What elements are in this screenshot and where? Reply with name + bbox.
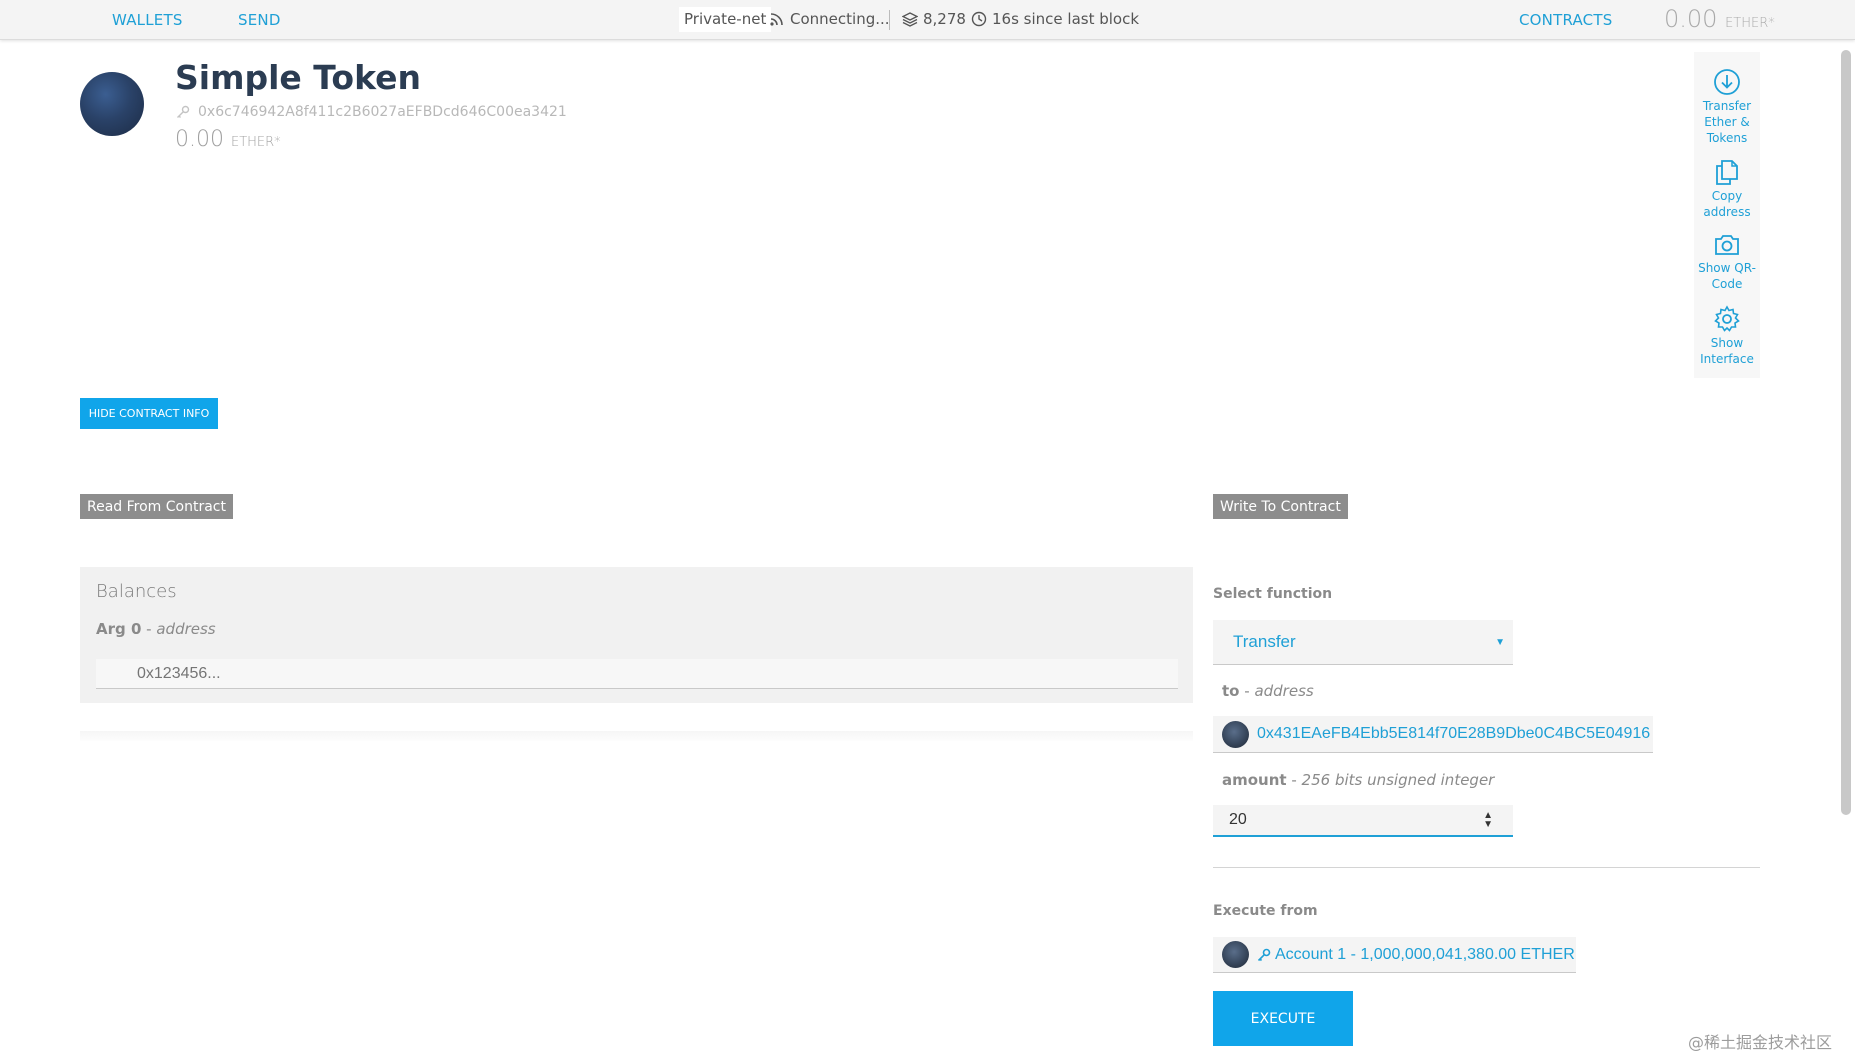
- arg0-name: Arg 0: [96, 620, 142, 638]
- wallet-balance-value: 0.00: [1664, 5, 1718, 33]
- balances-panel-title: Balances: [96, 581, 177, 602]
- to-address-value: 0x431EAeFB4Ebb5E814f70E28B9Dbe0C4BC5E049…: [1257, 725, 1651, 742]
- block-number-text: 8,278: [923, 10, 966, 28]
- key-icon: [177, 105, 190, 118]
- contract-address-text: 0x6c746942A8f411c2B6027aEFBDcd646C00ea34…: [198, 104, 567, 120]
- nav-send-link[interactable]: SEND: [238, 11, 281, 29]
- page-title: Simple Token: [175, 58, 422, 97]
- write-to-contract-tag: Write To Contract: [1213, 494, 1348, 519]
- arg0-type: address: [156, 620, 216, 638]
- show-interface-action[interactable]: Show Interface: [1694, 305, 1760, 367]
- balances-panel: Balances Arg 0 - address: [80, 567, 1193, 703]
- balances-address-input[interactable]: [96, 659, 1178, 689]
- transfer-ether-tokens-action[interactable]: Transfer Ether & Tokens: [1694, 68, 1760, 146]
- execute-from-label: Execute from: [1213, 903, 1318, 919]
- wallet-balance: 0.00 ETHER*: [1664, 5, 1775, 33]
- copy-address-action[interactable]: Copy address: [1694, 158, 1760, 220]
- account-identicon: [1222, 941, 1249, 968]
- show-qr-code-action[interactable]: Show QR-Code: [1694, 232, 1760, 292]
- contract-balance-value: 0.00: [175, 127, 224, 152]
- copy-address-label: Copy address: [1703, 189, 1751, 219]
- execute-from-account-select[interactable]: Account 1 - 1,000,000,041,380.00 ETHER: [1213, 937, 1576, 973]
- clock-icon: [971, 11, 987, 27]
- to-arg-name: to: [1222, 682, 1240, 700]
- read-panel-shadow: [80, 731, 1193, 741]
- block-number: 8,278: [902, 10, 966, 28]
- last-block-text: 16s since last block: [992, 10, 1140, 28]
- contract-balance-unit: ETHER*: [230, 135, 281, 150]
- contract-balance: 0.00 ETHER*: [175, 127, 281, 152]
- connection-status-text: Connecting...: [790, 10, 890, 28]
- amount-value: 20: [1229, 811, 1247, 828]
- amount-input[interactable]: 20 ▲ ▼: [1213, 805, 1513, 837]
- last-block-time: 16s since last block: [971, 10, 1139, 28]
- function-select-value: Transfer: [1233, 632, 1296, 651]
- page-scrollbar[interactable]: [1841, 50, 1851, 815]
- layers-icon: [902, 12, 918, 27]
- execute-button[interactable]: EXECUTE: [1213, 991, 1353, 1046]
- network-badge: Private-net: [679, 7, 772, 32]
- wallet-balance-unit: ETHER*: [1725, 16, 1775, 31]
- contract-address: 0x6c746942A8f411c2B6027aEFBDcd646C00ea34…: [176, 104, 567, 120]
- camera-icon: [1715, 235, 1739, 255]
- show-qr-code-label: Show QR-Code: [1698, 261, 1756, 291]
- to-arg-type: address: [1254, 682, 1314, 700]
- connection-status: Connecting...: [769, 10, 890, 28]
- select-function-label: Select function: [1213, 586, 1333, 602]
- to-arg-label: to - address: [1222, 682, 1314, 700]
- chevron-down-icon: ▼: [1495, 637, 1505, 648]
- section-divider: [1213, 867, 1760, 868]
- amount-arg-type: 256 bits unsigned integer: [1301, 771, 1495, 789]
- read-from-contract-tag: Read From Contract: [80, 494, 233, 519]
- nav-wallets-link[interactable]: WALLETS: [112, 11, 183, 29]
- to-address-input[interactable]: 0x431EAeFB4Ebb5E814f70E28B9Dbe0C4BC5E049…: [1213, 716, 1653, 753]
- contract-actions-sidebar: Transfer Ether & Tokens Copy address Sho…: [1694, 52, 1760, 378]
- status-divider: [889, 10, 890, 30]
- top-nav-bar: WALLETS SEND Private-net Connecting... 8…: [0, 0, 1855, 40]
- copy-icon: [1716, 160, 1738, 185]
- function-select[interactable]: Transfer ▼: [1213, 620, 1513, 665]
- download-circle-icon: [1714, 69, 1740, 95]
- contract-identicon: [80, 72, 144, 136]
- key-icon: [1257, 948, 1271, 961]
- gear-icon: [1714, 305, 1740, 332]
- number-stepper-icon[interactable]: ▲ ▼: [1483, 811, 1493, 830]
- arg0-label: Arg 0 - address: [96, 620, 216, 638]
- hide-contract-info-button[interactable]: HIDE CONTRACT INFO: [80, 398, 218, 429]
- amount-arg-label: amount - 256 bits unsigned integer: [1222, 771, 1495, 789]
- show-interface-label: Show Interface: [1700, 336, 1754, 366]
- execute-account-value: Account 1 - 1,000,000,041,380.00 ETHER: [1275, 945, 1575, 963]
- recipient-identicon: [1222, 720, 1249, 748]
- transfer-ether-tokens-label: Transfer Ether & Tokens: [1702, 99, 1752, 145]
- watermark-text: @稀土掘金技术社区: [1688, 1033, 1833, 1052]
- signal-icon: [770, 13, 783, 26]
- amount-arg-name: amount: [1222, 771, 1287, 789]
- nav-contracts-link[interactable]: CONTRACTS: [1519, 11, 1612, 29]
